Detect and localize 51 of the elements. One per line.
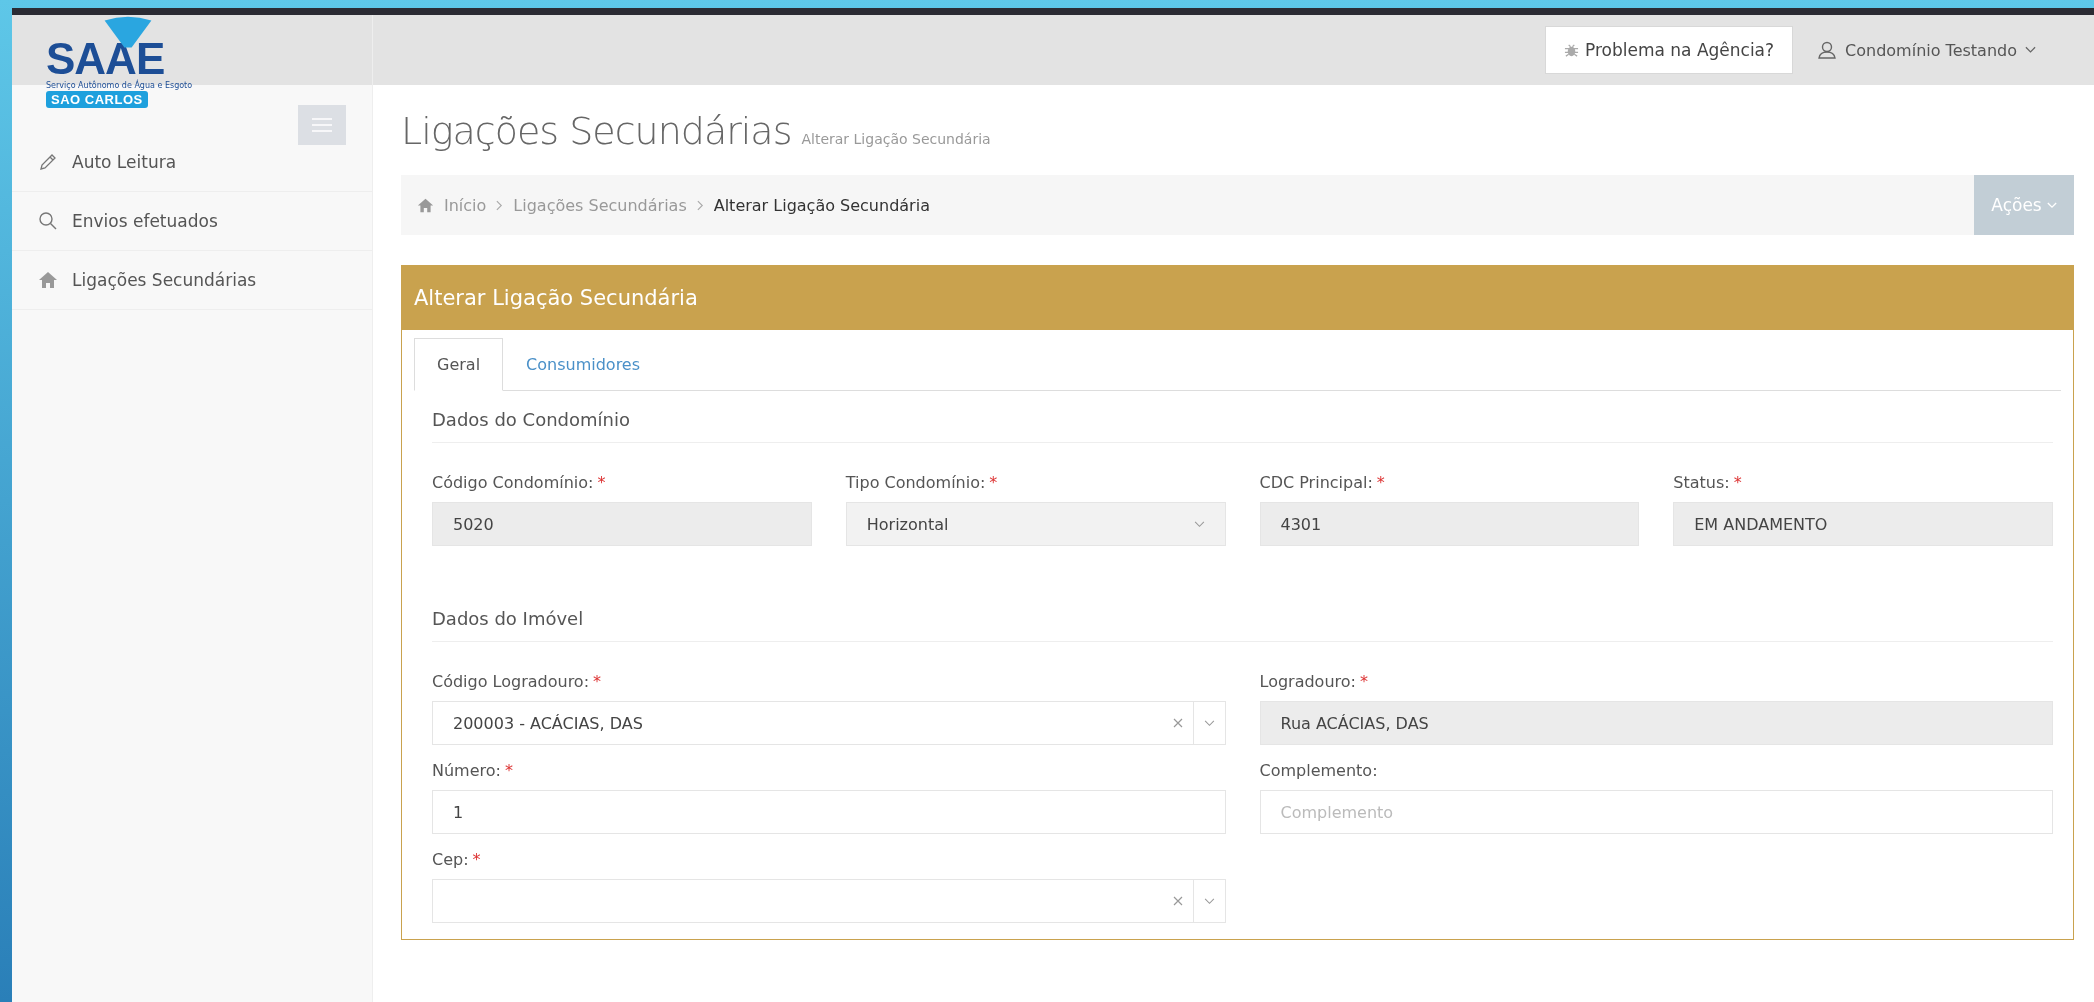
- logo-tagline: Serviço Autônomo de Água e Esgoto: [46, 81, 193, 91]
- search-icon: [38, 211, 58, 231]
- combo-field[interactable]: [432, 879, 1226, 923]
- readonly-field: EM ANDAMENTO: [1673, 502, 2053, 546]
- home-icon: [417, 196, 434, 214]
- problem-button[interactable]: Problema na Agência?: [1544, 26, 1794, 74]
- field-label: Código Condomínio: *: [432, 473, 607, 492]
- chevron-down-icon[interactable]: [1203, 897, 1215, 905]
- readonly-field: 5020: [432, 502, 812, 546]
- breadcrumb-current: Alterar Ligação Secundária: [713, 195, 930, 215]
- field-label: Código Logradouro: *: [432, 672, 603, 691]
- clear-icon[interactable]: [1172, 896, 1183, 906]
- section-title: Dados do Condomínio: [432, 391, 2053, 443]
- home-icon: [38, 270, 58, 290]
- clear-icon[interactable]: [1172, 718, 1183, 728]
- field-label: CDC Principal: *: [1259, 473, 1386, 492]
- chevron-down-icon[interactable]: [1203, 719, 1215, 727]
- pencil-icon: [38, 152, 58, 172]
- field-label: Número: *: [432, 761, 514, 780]
- logo-name: SAAE: [46, 37, 165, 81]
- page-title: Ligações Secundárias: [401, 109, 792, 153]
- chevron-down-icon: [2046, 201, 2057, 209]
- chevron-down-icon: [1193, 520, 1205, 528]
- user-menu[interactable]: Condomínio Testando: [1817, 40, 2036, 60]
- menu-toggle-button[interactable]: [298, 105, 346, 145]
- field-label: Complemento:: [1259, 761, 1379, 780]
- readonly-field: Rua ACÁCIAS, DAS: [1259, 701, 2053, 745]
- select-field[interactable]: Horizontal: [845, 502, 1226, 546]
- input-field[interactable]: Complemento: [1259, 790, 2053, 834]
- sidebar-item[interactable]: Envios efetuados: [12, 192, 372, 251]
- section-title: Dados do Imóvel: [432, 590, 2053, 642]
- field-label: Tipo Condomínio: *: [845, 473, 999, 492]
- page-subtitle: Alterar Ligação Secundária: [801, 131, 991, 147]
- logo-city: SAO CARLOS: [46, 90, 148, 108]
- readonly-field: 4301: [1259, 502, 1640, 546]
- field-label: Status: *: [1673, 473, 1743, 492]
- chevron-right-icon: [696, 199, 704, 211]
- panel-title: Alterar Ligação Secundária: [414, 286, 698, 310]
- sidebar-item[interactable]: Auto Leitura: [12, 133, 372, 192]
- input-field[interactable]: 1: [432, 790, 1226, 834]
- menu-icon: [312, 118, 332, 132]
- tab[interactable]: Geral: [414, 338, 504, 391]
- chevron-right-icon: [496, 199, 504, 211]
- user-icon: [1817, 40, 1838, 60]
- combo-field[interactable]: 200003 - ACÁCIAS, DAS: [432, 701, 1226, 745]
- bug-icon: [1563, 42, 1579, 58]
- tab[interactable]: Consumidores: [503, 338, 664, 391]
- chevron-down-icon: [2025, 46, 2036, 54]
- field-label: Cep: *: [432, 850, 482, 869]
- sidebar-item[interactable]: Ligações Secundárias: [12, 251, 372, 310]
- field-label: Logradouro: *: [1259, 672, 1369, 691]
